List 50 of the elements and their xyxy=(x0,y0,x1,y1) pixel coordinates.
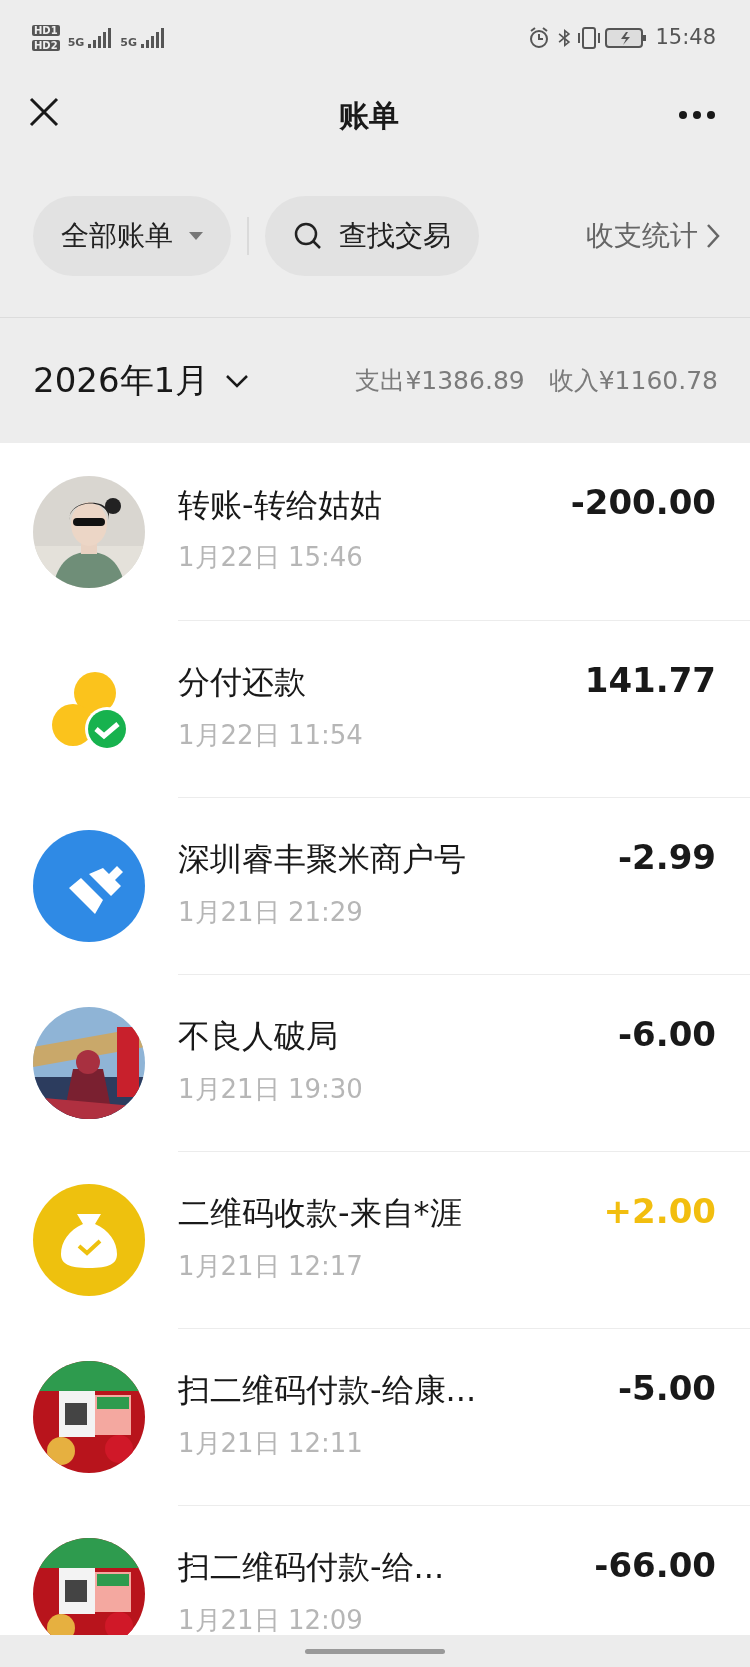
transaction-amount: -5.00 xyxy=(618,1367,716,1410)
transaction-time: 1月22日 15:46 xyxy=(178,541,364,575)
page-title: 账单 xyxy=(339,96,399,135)
transaction-amount: +2.00 xyxy=(603,1190,716,1233)
expense-total: 支出¥1386.89 xyxy=(355,364,525,397)
transaction-time: 1月21日 12:11 xyxy=(178,1426,364,1460)
network-label: 5G xyxy=(67,36,85,48)
transaction-row[interactable]: 深圳睿丰聚米商户号 1月21日 21:29 -2.99 xyxy=(0,797,750,974)
search-icon xyxy=(293,221,323,251)
search-button[interactable]: 查找交易 xyxy=(265,196,479,276)
transaction-amount: -6.00 xyxy=(618,1013,716,1056)
transaction-amount: -2.99 xyxy=(618,836,716,879)
sim-label: HD2 xyxy=(32,39,60,51)
signal-icon xyxy=(88,27,113,48)
caret-icon xyxy=(189,232,203,240)
transaction-title: 扫二维码付款-给康... xyxy=(178,1371,478,1410)
chevron-right-icon xyxy=(706,223,720,249)
transaction-row[interactable]: 扫二维码付款-给康... 1月21日 12:11 -5.00 xyxy=(0,1328,750,1505)
statistics-link[interactable]: 收支统计 xyxy=(586,215,720,257)
network-label: 5G xyxy=(120,36,137,48)
transaction-title: 深圳睿丰聚米商户号 xyxy=(178,840,467,879)
transaction-row[interactable]: 不良人破局 1月21日 19:30 -6.00 xyxy=(0,974,750,1151)
transaction-row[interactable]: 分付还款 1月22日 11:54 141.77 xyxy=(0,620,750,797)
status-time: 15:48 xyxy=(655,23,716,51)
battery-icon xyxy=(605,25,648,50)
transaction-title: 扫二维码付款-给... xyxy=(178,1548,446,1587)
transaction-amount: -66.00 xyxy=(594,1544,716,1587)
transaction-title: 分付还款 xyxy=(178,663,307,702)
transaction-title: 二维码收款-来自*涯 xyxy=(178,1194,463,1233)
transaction-amount: -200.00 xyxy=(570,481,716,524)
income-total: 收入¥1160.78 xyxy=(548,364,718,397)
transaction-time: 1月21日 12:17 xyxy=(178,1249,364,1283)
transaction-title: 不良人破局 xyxy=(178,1017,339,1056)
sim-label: HD1 xyxy=(32,24,60,36)
signal-icon xyxy=(141,27,165,48)
transaction-time: 1月21日 12:09 xyxy=(178,1603,364,1635)
close-icon xyxy=(28,95,60,128)
vibrate-icon xyxy=(577,25,602,50)
transaction-amount: 141.77 xyxy=(584,659,716,702)
month-selector[interactable]: 2026年1月 xyxy=(33,355,250,406)
transaction-time: 1月21日 21:29 xyxy=(178,895,364,929)
chevron-down-icon xyxy=(225,373,250,388)
money-bag-icon xyxy=(33,1183,145,1296)
transaction-row[interactable]: 二维码收款-来自*涯 1月21日 12:17 +2.00 xyxy=(0,1151,750,1328)
more-icon xyxy=(678,110,716,120)
bill-type-dropdown[interactable]: 全部账单 xyxy=(33,196,231,276)
transaction-row[interactable]: 转账-转给姑姑 1月22日 15:46 -200.00 xyxy=(0,443,750,620)
transaction-time: 1月22日 11:54 xyxy=(178,718,364,752)
transaction-time: 1月21日 19:30 xyxy=(178,1072,364,1106)
transaction-title: 转账-转给姑姑 xyxy=(178,485,383,525)
